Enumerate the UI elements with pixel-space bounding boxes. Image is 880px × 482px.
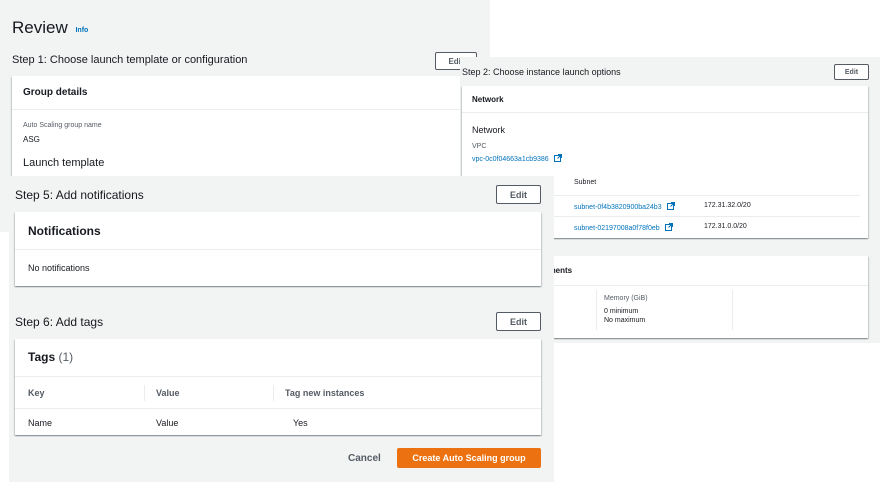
notifications-header: Notifications [15, 212, 541, 250]
table-row: Name Value Yes [15, 410, 541, 435]
step1-title: Step 1: Choose launch template or config… [12, 54, 248, 66]
subnet-link[interactable]: subnet-02197008a0f78f0eb [574, 225, 660, 232]
column-divider [144, 385, 145, 401]
review-title-text: Review [12, 18, 68, 37]
notifications-title: Notifications [28, 224, 101, 238]
steps-5-6-panel: Step 5: Add notifications Edit Notificat… [9, 176, 554, 482]
step2-title: Step 2: Choose instance launch options [462, 67, 621, 77]
subnet-row: subnet-02197008a0f78f0eb 172.31.0.0/20 [574, 223, 854, 232]
info-link[interactable]: Info [75, 27, 88, 34]
memory-label: Memory (GiB) [604, 295, 648, 302]
requirements-column-divider [732, 290, 733, 330]
group-details-card: Group details Auto Scaling group name AS… [12, 76, 478, 186]
launch-template-heading: Launch template [23, 157, 105, 169]
subnet-row: subnet-0f4b3820900ba24b3 172.31.32.0/20 [574, 202, 854, 211]
network-card-title: Network [472, 95, 504, 104]
step5-title: Step 5: Add notifications [15, 188, 144, 202]
network-card-header: Network [462, 86, 868, 113]
tags-title: Tags (1) [28, 350, 73, 364]
group-details-title: Group details [23, 87, 88, 98]
network-section-title: Network [472, 125, 506, 135]
tag-new-instances-cell: Yes [293, 418, 308, 428]
notifications-empty-text: No notifications [28, 263, 90, 273]
requirements-column-divider [596, 290, 597, 330]
create-auto-scaling-group-button[interactable]: Create Auto Scaling group [397, 448, 541, 468]
step5-edit-button[interactable]: Edit [496, 185, 541, 204]
step6-title: Step 6: Add tags [15, 315, 104, 329]
column-divider [273, 385, 274, 401]
tags-title-text: Tags [28, 350, 56, 364]
memory-max-value: No maximum [604, 317, 646, 324]
column-header-tag-new-instances: Tag new instances [285, 388, 365, 398]
step6-edit-button[interactable]: Edit [496, 312, 541, 331]
subnet-table-divider [550, 195, 860, 196]
tags-card: Tags (1) Key Value Tag new instances Nam… [15, 339, 541, 435]
vpc-link[interactable]: vpc-0c0f04663a1cb9386 [472, 156, 549, 163]
column-header-key: Key [28, 388, 45, 398]
vpc-value[interactable]: vpc-0c0f04663a1cb9386 [472, 154, 562, 163]
tags-table-header-row: Key Value Tag new instances [15, 377, 541, 409]
external-link-icon [666, 202, 675, 210]
asg-name-label: Auto Scaling group name [23, 122, 102, 129]
column-header-value: Value [156, 388, 180, 398]
tag-value-cell: Value [156, 418, 179, 428]
subnet-column-header: Subnet [574, 179, 597, 186]
memory-min-value: 0 minimum [604, 308, 639, 315]
subnet-table-divider [550, 216, 860, 217]
subnet-cidr: 172.31.32.0/20 [704, 202, 751, 209]
tags-header: Tags (1) [15, 339, 541, 377]
tags-count: (1) [58, 350, 74, 364]
review-title: Review Info [12, 18, 88, 38]
subnet-link[interactable]: subnet-0f4b3820900ba24b3 [574, 204, 662, 211]
subnet-cidr: 172.31.0.0/20 [704, 223, 747, 230]
external-link-icon [664, 223, 673, 231]
tag-key-cell: Name [28, 418, 53, 428]
step2-edit-button[interactable]: Edit [834, 64, 869, 80]
vpc-label: VPC [472, 143, 487, 150]
cancel-button[interactable]: Cancel [348, 453, 381, 464]
notifications-card: Notifications No notifications [15, 212, 541, 286]
asg-name-value: ASG [23, 135, 40, 144]
external-link-icon [553, 154, 562, 162]
group-details-header: Group details [12, 76, 478, 110]
